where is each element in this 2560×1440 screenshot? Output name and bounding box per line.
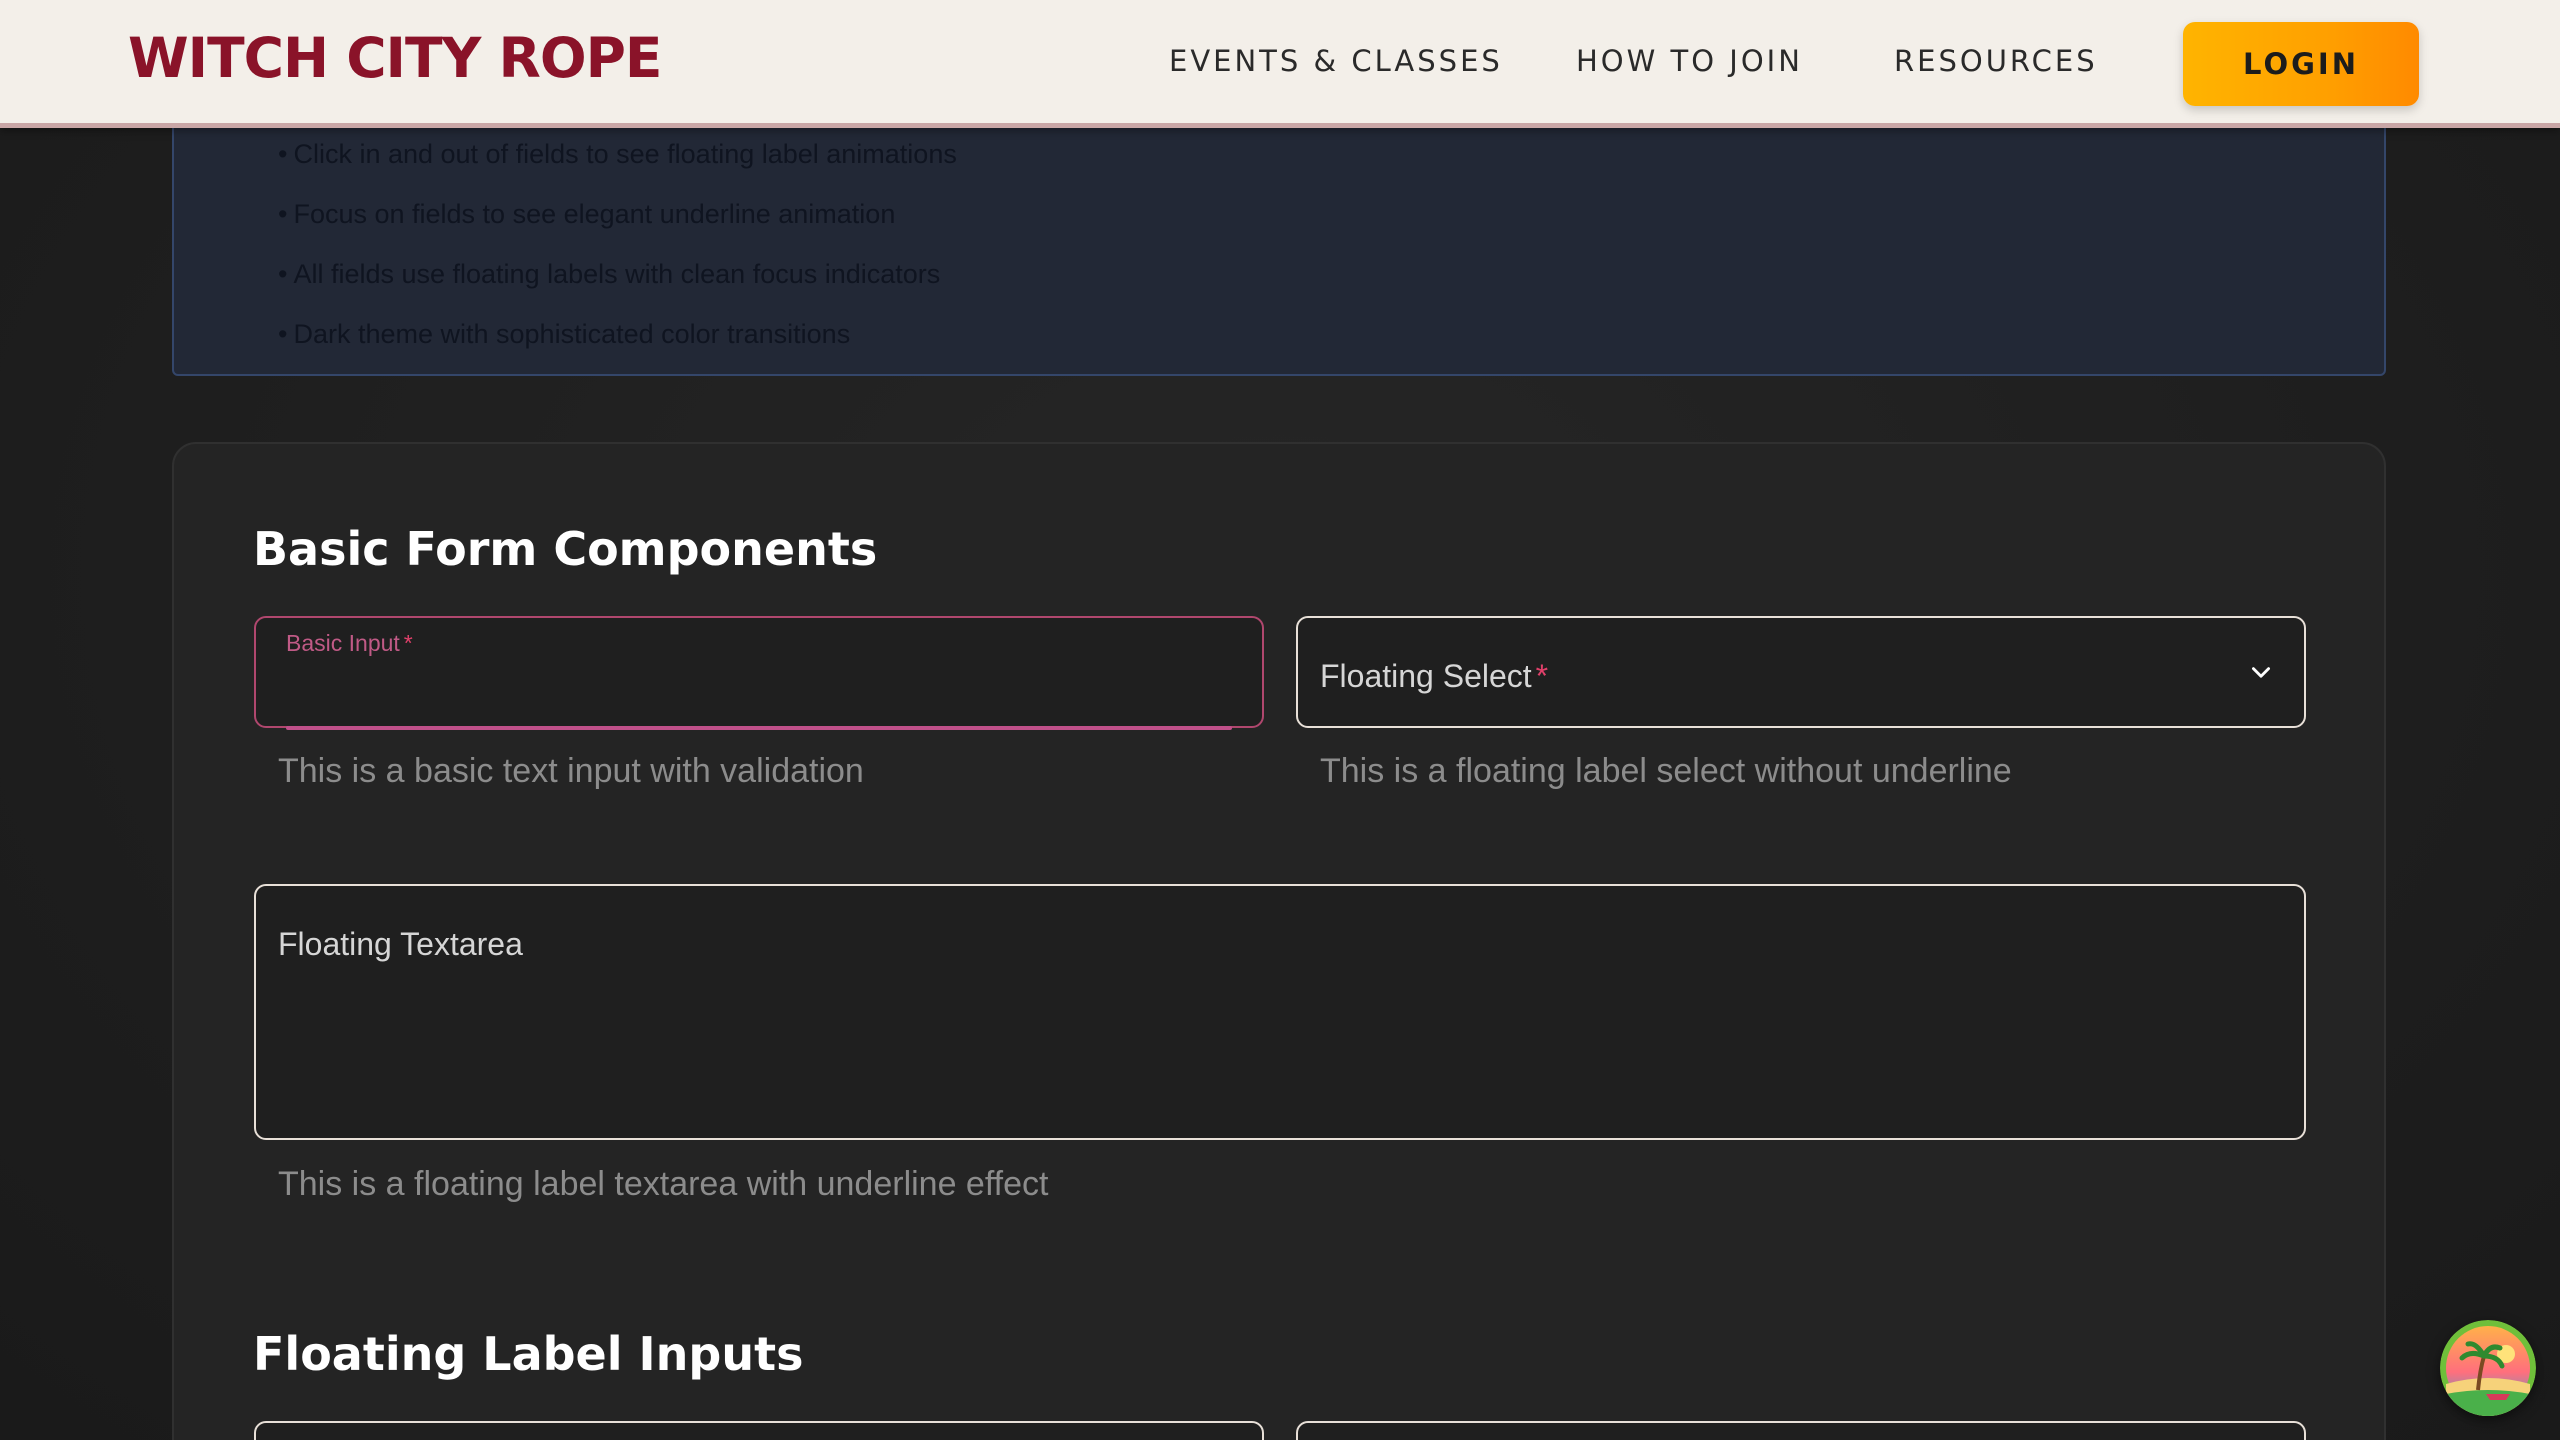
login-button[interactable]: LOGIN xyxy=(2183,22,2419,106)
info-list-item: • All fields use floating labels with cle… xyxy=(278,259,941,289)
site-logo[interactable]: WITCH CITY ROPE xyxy=(128,26,662,90)
basic-input-helper: This is a basic text input with validati… xyxy=(278,752,864,790)
floating-select-label: Floating Select * xyxy=(1320,658,1548,695)
info-list-item: • Click in and out of fields to see float… xyxy=(278,139,957,169)
floating-select-label-text: Floating Select xyxy=(1320,658,1532,694)
info-text: Dark theme with sophisticated color tran… xyxy=(293,319,851,349)
floating-select[interactable]: Floating Select * xyxy=(1296,616,2306,728)
floating-input-field[interactable] xyxy=(254,1421,1264,1440)
info-text: All fields use floating labels with clea… xyxy=(293,259,941,289)
site-header: WITCH CITY ROPE EVENTS & CLASSES HOW TO … xyxy=(0,0,2560,128)
page: • Click in and out of fields to see float… xyxy=(0,0,2560,1440)
info-text: Click in and out of fields to see floati… xyxy=(293,139,957,169)
section-title-floating: Floating Label Inputs xyxy=(253,1327,804,1381)
nav-events-classes[interactable]: EVENTS & CLASSES xyxy=(1169,44,1503,78)
basic-input-label-text: Basic Input xyxy=(286,630,400,656)
info-text: Focus on fields to see elegant underline… xyxy=(293,199,896,229)
floating-textarea-label: Floating Textarea xyxy=(278,926,523,962)
beach-avatar-icon[interactable] xyxy=(2440,1320,2536,1416)
nav-resources[interactable]: RESOURCES xyxy=(1894,44,2098,78)
basic-input-field[interactable]: Basic Input * xyxy=(254,616,1264,730)
info-list-item: • Dark theme with sophisticated color tra… xyxy=(278,319,851,349)
floating-input-field[interactable] xyxy=(1296,1421,2306,1440)
basic-input-label: Basic Input * xyxy=(286,630,413,657)
floating-select-helper: This is a floating label select without … xyxy=(1320,752,2012,790)
required-mark: * xyxy=(403,630,413,656)
floating-textarea-helper: This is a floating label textarea with u… xyxy=(278,1165,1049,1203)
info-list-item: • Focus on fields to see elegant underlin… xyxy=(278,199,896,229)
required-mark: * xyxy=(1535,658,1549,694)
nav-how-to-join[interactable]: HOW TO JOIN xyxy=(1576,44,1803,78)
floating-textarea[interactable]: Floating Textarea xyxy=(254,884,2306,1140)
focus-underline xyxy=(286,726,1232,730)
section-title-basic: Basic Form Components xyxy=(253,522,878,576)
basic-input[interactable] xyxy=(286,666,1230,718)
info-list: • Click in and out of fields to see float… xyxy=(278,124,957,364)
chevron-down-icon xyxy=(2252,667,2270,678)
